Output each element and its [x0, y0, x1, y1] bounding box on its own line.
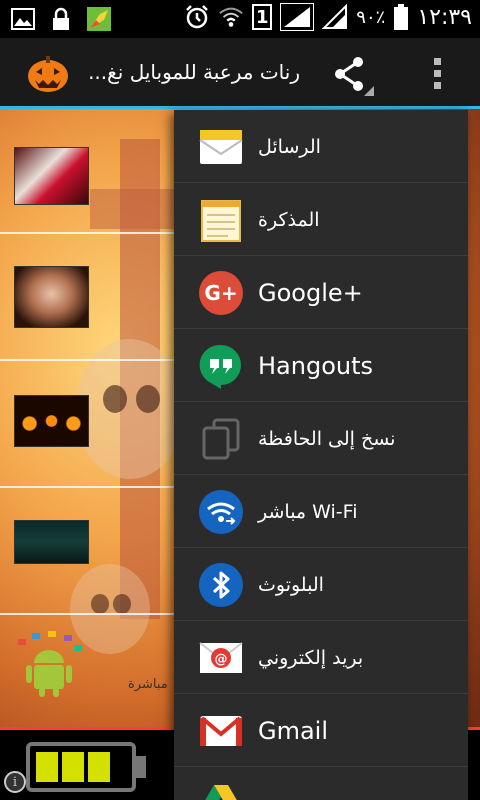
share-item-label: الرسائل	[258, 135, 321, 158]
wifi-icon	[218, 4, 244, 30]
share-item-label: بريد إلكتروني	[258, 646, 364, 669]
list-item[interactable]	[0, 363, 175, 488]
share-item-email[interactable]: @ بريد إلكتروني	[174, 621, 468, 694]
share-item-label: المذكرة	[258, 208, 320, 231]
signal-icon	[322, 4, 348, 30]
list-item[interactable]	[0, 236, 175, 361]
share-item-hangouts[interactable]: Hangouts	[174, 329, 468, 402]
share-item-label: Gmail	[258, 716, 329, 745]
drive-icon	[198, 781, 244, 800]
android-logo[interactable]	[14, 629, 84, 699]
action-bar: رنات مرعبة للموبايل نغ...	[0, 38, 480, 108]
battery-percent: ٩٠٪	[356, 6, 386, 28]
google-plus-icon: G+	[198, 270, 244, 316]
share-item-memo[interactable]: المذكرة	[174, 183, 468, 256]
bluetooth-icon	[198, 562, 244, 608]
list-item[interactable]	[0, 490, 175, 615]
overflow-menu-icon[interactable]	[424, 56, 452, 92]
share-item-copy-clipboard[interactable]: نسخ إلى الحافظة	[174, 402, 468, 475]
share-item-messages[interactable]: الرسائل	[174, 110, 468, 183]
share-item-gmail[interactable]: Gmail	[174, 694, 468, 767]
thumbnail-pumpkins	[14, 395, 89, 447]
image-icon	[10, 6, 36, 32]
share-item-label: البلوتوث	[258, 573, 324, 596]
share-item-label: Google+	[258, 278, 363, 307]
battery-ad-icon	[26, 742, 136, 792]
list-item[interactable]	[0, 109, 175, 234]
copy-icon	[198, 416, 244, 462]
info-icon[interactable]: i	[4, 771, 26, 793]
share-item-label: Hangouts	[258, 351, 374, 380]
messages-icon	[198, 124, 244, 170]
hangouts-icon	[198, 343, 244, 389]
share-item-wifi-direct[interactable]: مباشر Wi-Fi	[174, 475, 468, 548]
wifi-direct-icon	[198, 489, 244, 535]
share-icon[interactable]	[330, 56, 378, 96]
share-item-google-plus[interactable]: G+ Google+	[174, 256, 468, 329]
svg-text:@: @	[215, 652, 228, 667]
alarm-icon	[184, 4, 210, 30]
gmail-icon	[198, 708, 244, 754]
thumbnail-face	[14, 266, 89, 328]
signal-icon	[280, 3, 315, 31]
thumbnail-hands	[14, 520, 89, 564]
share-item-label: مباشر Wi-Fi	[258, 500, 358, 523]
share-item-drive[interactable]	[174, 767, 468, 800]
lock-icon	[48, 6, 74, 32]
share-item-label: نسخ إلى الحافظة	[258, 427, 396, 450]
page-title: رنات مرعبة للموبايل نغ...	[88, 60, 300, 84]
status-bar: 1 ٩٠٪ ١٢:٣٩	[0, 0, 480, 38]
clock: ١٢:٣٩	[417, 4, 472, 30]
sim-slot-badge: 1	[252, 4, 273, 30]
app-icon	[86, 6, 112, 32]
pumpkin-icon[interactable]	[26, 50, 70, 94]
svg-text:G+: G+	[204, 281, 237, 305]
battery-icon	[393, 4, 409, 30]
share-item-bluetooth[interactable]: البلوتوث	[174, 548, 468, 621]
share-menu: الرسائل المذكرة G+ Google+ Hangouts نسخ …	[174, 110, 468, 800]
thumbnail-clown	[14, 147, 89, 205]
memo-icon	[198, 197, 244, 243]
email-icon: @	[198, 635, 244, 681]
background-live-text: مباشرة	[128, 677, 168, 692]
